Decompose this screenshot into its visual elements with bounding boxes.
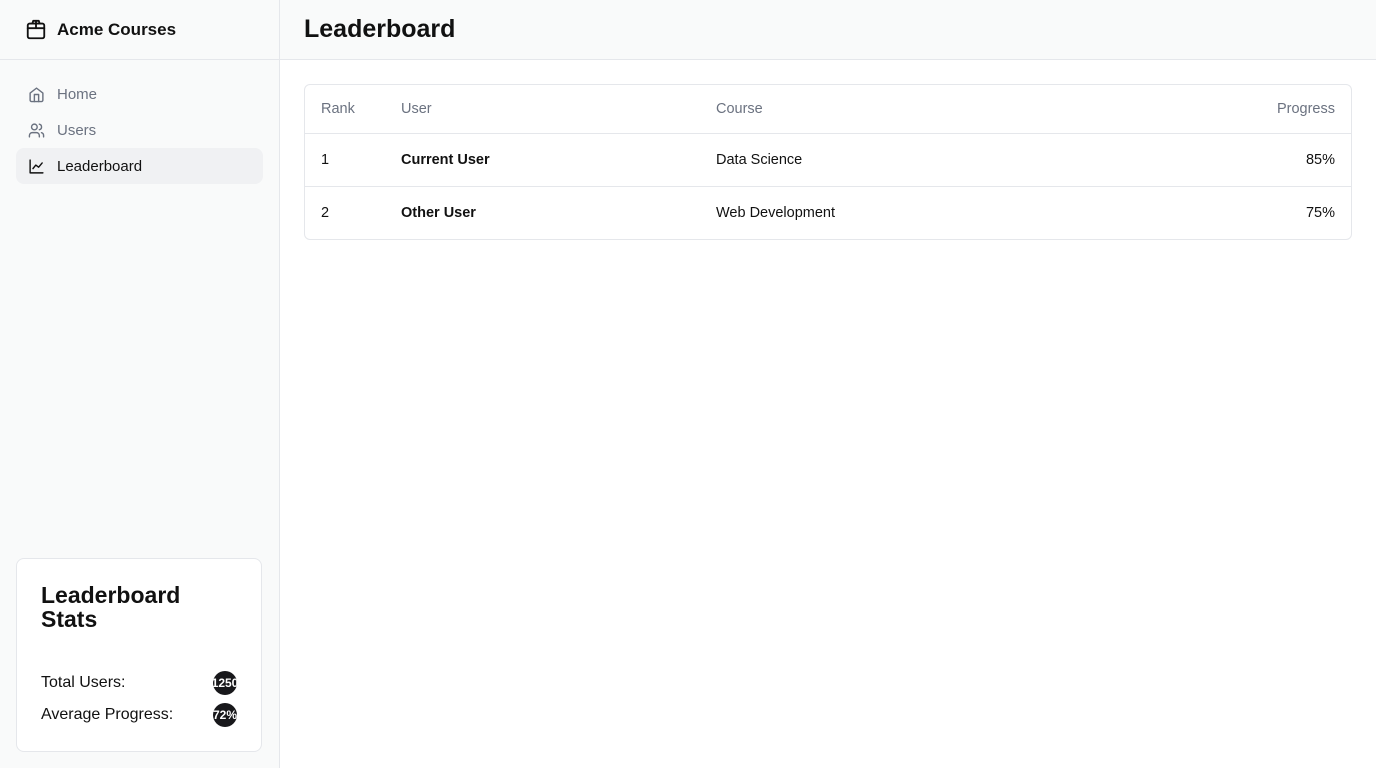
cell-progress: 75%	[1305, 204, 1335, 221]
column-header-course: Course	[700, 85, 1108, 134]
cell-course: Data Science	[700, 133, 1108, 187]
cell-rank: 2	[321, 204, 330, 221]
sidebar-nav: Home Users Leaderboard	[0, 60, 279, 184]
stat-label: Total Users:	[41, 674, 126, 691]
sidebar: Acme Courses Home Users Leaderboard Lead…	[0, 0, 280, 768]
main-content: Leaderboard Rank User Course Progress 1 …	[280, 0, 1376, 768]
stats-title: Leaderboard Stats	[41, 582, 181, 632]
cell-rank: 1	[305, 133, 385, 187]
sidebar-item-label: Users	[57, 121, 97, 139]
stat-label: Average Progress:	[41, 706, 174, 723]
cell-progress: 85%	[1107, 133, 1351, 187]
stat-total-users: Total Users: 1250	[41, 671, 237, 695]
leaderboard-stats-card: Leaderboard Stats Total Users: 1250 Aver…	[16, 558, 262, 752]
brand-name: Acme Courses	[57, 19, 177, 39]
cell-course: Web Development	[716, 204, 836, 221]
stat-badge: 72%	[213, 703, 237, 727]
users-icon	[27, 121, 45, 139]
sidebar-item-home[interactable]: Home	[16, 76, 263, 112]
leaderboard-table: Rank User Course Progress 1 Current User…	[305, 85, 1351, 239]
leaderboard-table-card: Rank User Course Progress 1 Current User…	[304, 84, 1352, 240]
column-header-progress: Progress	[1107, 85, 1351, 134]
cell-user: Other User	[401, 204, 476, 221]
page-header: Leaderboard	[280, 0, 1376, 60]
table-header-row: Rank User Course Progress	[305, 85, 1351, 134]
sidebar-item-label: Home	[57, 85, 98, 103]
home-icon	[27, 85, 45, 103]
line-chart-icon	[27, 157, 45, 175]
stat-badge: 1250	[213, 671, 237, 695]
sidebar-item-label: Leaderboard	[57, 157, 143, 175]
table-row[interactable]: 2 Other User Web Development 75%	[305, 186, 1351, 239]
column-header-rank: Rank	[305, 85, 385, 134]
table-row[interactable]: 1 Current User Data Science 85%	[305, 133, 1351, 187]
page-title: Leaderboard	[304, 15, 456, 43]
sidebar-item-leaderboard[interactable]: Leaderboard	[16, 148, 263, 184]
brand[interactable]: Acme Courses	[0, 0, 279, 60]
column-header-user: User	[385, 85, 700, 134]
cell-user: Current User	[385, 133, 700, 187]
package-icon	[25, 19, 47, 41]
stat-average-progress: Average Progress: 72%	[41, 703, 237, 727]
sidebar-item-users[interactable]: Users	[16, 112, 263, 148]
